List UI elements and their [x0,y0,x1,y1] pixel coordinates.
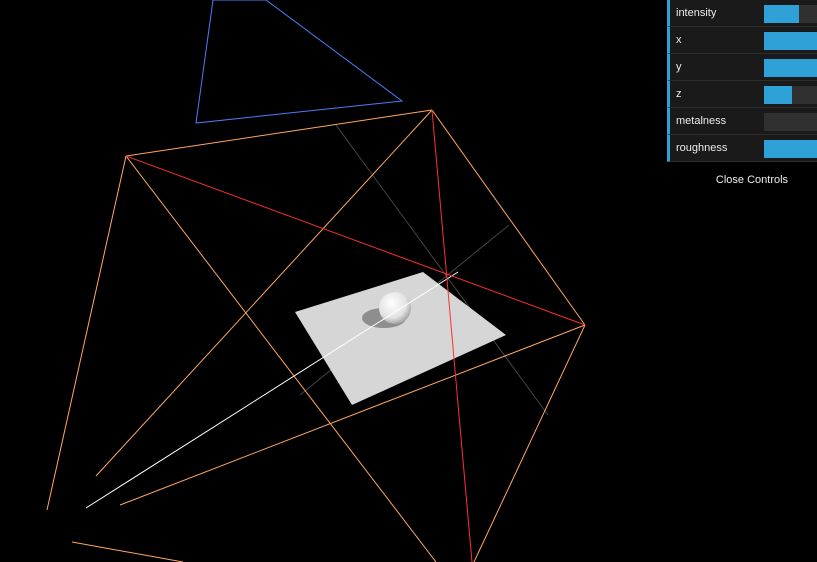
z-slider[interactable] [764,86,817,104]
slider-fill [764,32,817,50]
control-z[interactable]: z [667,81,817,108]
close-controls-button[interactable]: Close Controls [667,170,817,190]
slider-fill [764,59,817,77]
slider-fill [764,5,799,23]
slider-fill [764,86,792,104]
control-label: z [676,88,682,100]
control-label: metalness [676,115,727,127]
control-label: roughness [676,142,728,154]
controls-panel: intensity x y z metalness roughness [667,0,817,162]
control-intensity[interactable]: intensity [667,0,817,27]
light-helper-triangle [195,0,404,124]
ground-plane [295,272,506,405]
intensity-slider[interactable] [764,5,817,23]
control-roughness[interactable]: roughness [667,135,817,162]
y-slider[interactable] [764,59,817,77]
frustum-edge [125,109,433,157]
metalness-slider[interactable] [764,113,817,131]
control-x[interactable]: x [667,27,817,54]
roughness-slider[interactable] [764,140,817,158]
x-slider[interactable] [764,32,817,50]
light-target-line [85,271,459,509]
frustum-edge [431,109,586,326]
control-label: x [676,34,682,46]
frustum-edge [473,324,586,562]
control-metalness[interactable]: metalness [667,108,817,135]
control-y[interactable]: y [667,54,817,81]
frustum-edge-hidden [96,156,126,476]
frustum-edge [71,541,184,562]
slider-fill [764,140,817,158]
control-label: intensity [676,7,717,19]
control-label: y [676,61,682,73]
